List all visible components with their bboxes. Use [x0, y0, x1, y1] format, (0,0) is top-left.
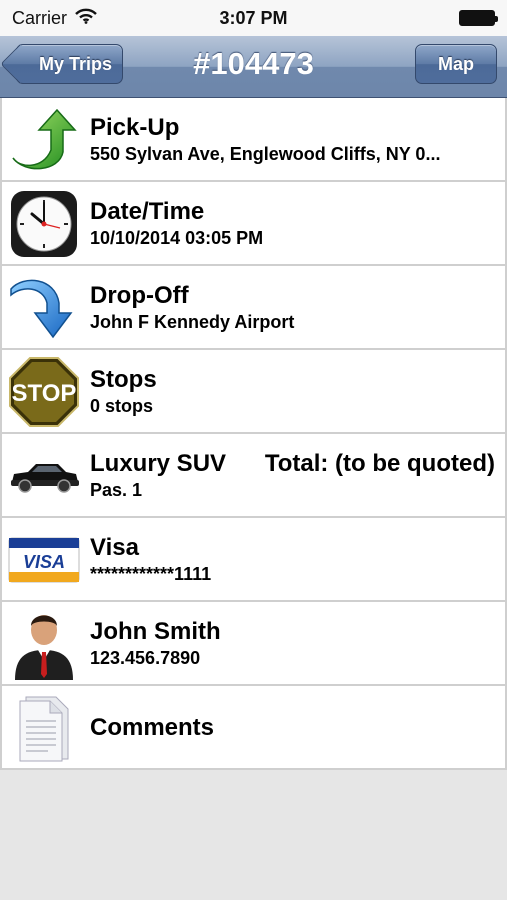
contact-phone: 123.456.7890 [90, 648, 201, 668]
battery-icon [459, 10, 498, 26]
status-left: Carrier [12, 8, 97, 29]
trip-total: Total: (to be quoted) [264, 450, 495, 477]
map-button[interactable]: Map [415, 44, 497, 84]
map-button-label: Map [438, 53, 474, 74]
pickup-title: Pick-Up [90, 114, 180, 141]
stops-title: Stops [90, 366, 157, 393]
stop-sign-icon: STOP [8, 356, 80, 428]
contact-row[interactable]: John Smith 123.456.7890 [2, 602, 505, 686]
datetime-title: Date/Time [90, 198, 205, 225]
passenger-count: Pas. 1 [90, 480, 143, 500]
dropoff-row[interactable]: Drop-Off John F Kennedy Airport [2, 266, 505, 350]
stops-count: 0 stops [90, 396, 154, 416]
trip-details-list: Pick-Up 550 Sylvan Ave, Englewood Cliffs… [0, 98, 507, 770]
wifi-icon [75, 8, 97, 29]
dropoff-location: John F Kennedy Airport [90, 312, 295, 332]
document-icon [8, 692, 80, 764]
green-arrow-icon [8, 104, 80, 176]
visa-card-icon: VISA [8, 524, 80, 596]
contact-name: John Smith [90, 618, 221, 645]
car-icon [8, 440, 80, 512]
clock-icon [8, 188, 80, 260]
payment-row[interactable]: VISA Visa ************1111 [2, 518, 505, 602]
stops-row[interactable]: STOP Stops 0 stops [2, 350, 505, 434]
pickup-address: 550 Sylvan Ave, Englewood Cliffs, NY 0..… [90, 144, 441, 164]
datetime-value: 10/10/2014 03:05 PM [90, 228, 264, 248]
stop-sign-text: STOP [12, 380, 77, 407]
comments-title: Comments [90, 714, 215, 741]
dropoff-title: Drop-Off [90, 282, 189, 309]
card-number: ************1111 [90, 564, 212, 584]
blue-arrow-icon [8, 272, 80, 344]
vehicle-title: Luxury SUV [90, 450, 227, 477]
person-icon [8, 608, 80, 680]
pickup-row[interactable]: Pick-Up 550 Sylvan Ave, Englewood Cliffs… [2, 98, 505, 182]
datetime-row[interactable]: Date/Time 10/10/2014 03:05 PM [2, 182, 505, 266]
payment-title: Visa [90, 534, 139, 561]
vehicle-row[interactable]: Luxury SUV Total: (to be quoted) Pas. 1 [2, 434, 505, 518]
visa-card-text: VISA [23, 552, 65, 572]
navigation-bar: My Trips #104473 Map [0, 36, 507, 98]
comments-row[interactable]: Comments [2, 686, 505, 770]
carrier-label: Carrier [12, 7, 68, 28]
status-bar: Carrier 3:07 PM [0, 0, 507, 36]
